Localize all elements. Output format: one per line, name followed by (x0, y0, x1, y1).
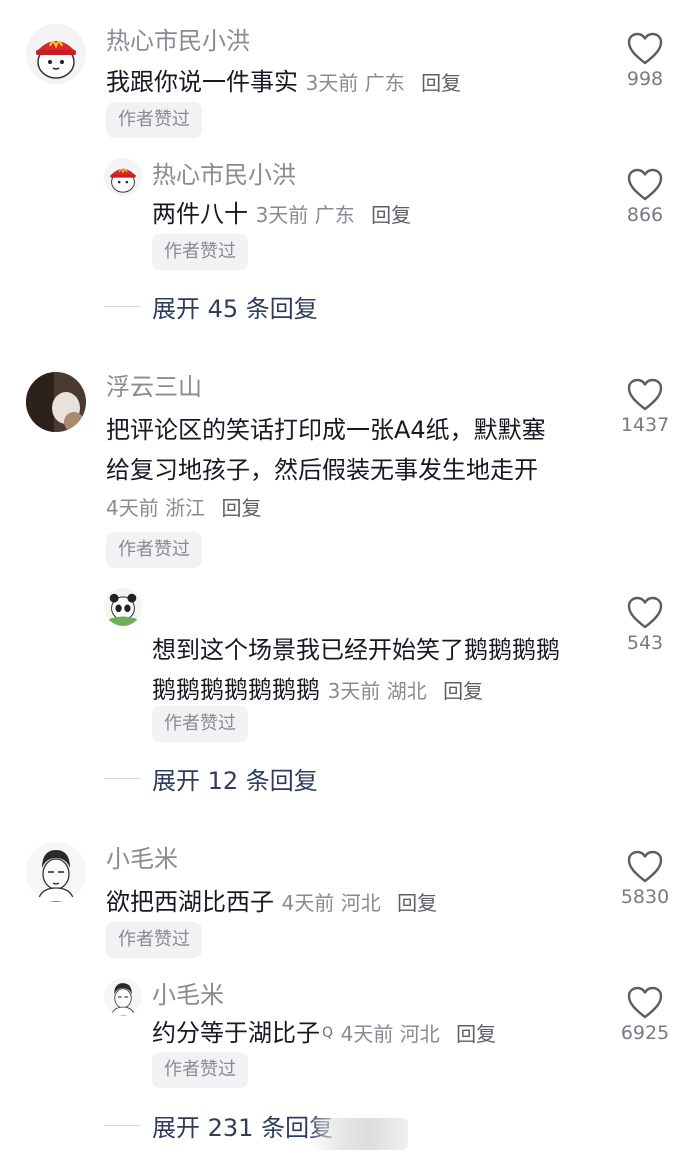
comment-text: 欲把西湖比西子 4天前 河北 回复 (106, 882, 437, 923)
expand-replies-label: 展开 12 条回复 (152, 766, 318, 795)
like-count: 1437 (620, 414, 670, 436)
reply-time: 3天前 (327, 679, 381, 703)
heart-outline-icon (627, 986, 663, 1019)
reply-link[interactable]: 回复 (371, 203, 411, 227)
heart-outline-icon (627, 596, 663, 629)
comment-body: 我跟你说一件事实 (106, 68, 298, 96)
heart-outline-icon (627, 850, 663, 883)
reply-text: 两件八十 3天前 广东 回复 (152, 194, 411, 235)
author-liked-badge: 作者赞过 (152, 234, 248, 270)
avatar-reply-1[interactable] (104, 158, 142, 196)
author-liked-badge: 作者赞过 (152, 706, 248, 742)
reply-body-line-1: 想到这个场景我已经开始笑了鹅鹅鹅鹅 (152, 636, 560, 664)
comment-meta: 4天前 河北 回复 (282, 891, 437, 915)
like-count: 6925 (620, 1022, 670, 1044)
reply-body: 两件八十 (152, 200, 248, 228)
reply-meta: 4天前 河北 回复 (341, 1022, 496, 1046)
divider-line (104, 777, 140, 779)
avatar-comment-3[interactable] (26, 842, 86, 902)
reply-link[interactable]: 回复 (421, 71, 461, 95)
like-count: 866 (626, 204, 664, 226)
expand-replies-button[interactable]: 展开 45 条回复 (104, 286, 318, 326)
expand-replies-button[interactable]: 展开 231 条回复 (104, 1105, 333, 1145)
reply-time: 3天前 (255, 203, 309, 227)
reply-text: 约分等于湖比子 Q 4天前 河北 回复 (152, 1013, 496, 1054)
reply-link[interactable]: 回复 (456, 1022, 496, 1046)
comment-time: 4天前 (106, 496, 159, 520)
comment-body-line-2: 给复习地孩子，然后假装无事发生地走开 (106, 456, 538, 484)
divider-line (104, 1124, 140, 1126)
avatar-comment-2[interactable] (26, 372, 86, 432)
comment-location: 浙江 (165, 496, 206, 520)
reply-author[interactable]: 热心市民小洪 (152, 160, 296, 190)
reply-time: 4天前 (340, 1022, 394, 1046)
heart-outline-icon (627, 168, 663, 201)
watermark-overlay (308, 1118, 408, 1150)
expand-replies-label: 展开 45 条回复 (152, 294, 318, 323)
avatar-reply-3[interactable] (104, 978, 142, 1016)
comment-author[interactable]: 小毛米 (106, 844, 178, 874)
comment-location: 河北 (340, 891, 381, 915)
reply-meta: 3天前 湖北 回复 (328, 679, 483, 703)
reply-meta: 3天前 广东 回复 (256, 203, 411, 227)
comment-body-line-1: 把评论区的笑话打印成一张A4纸，默默塞 (106, 416, 546, 444)
like-count: 5830 (620, 886, 670, 908)
reply-location: 广东 (314, 203, 355, 227)
comment-text: 把评论区的笑话打印成一张A4纸，默默塞 给复习地孩子，然后假装无事发生地走开 (106, 410, 606, 490)
avatar-reply-2[interactable] (104, 588, 142, 626)
comment-meta: 3天前 广东 回复 (306, 71, 461, 95)
comment-body: 欲把西湖比西子 (106, 888, 274, 916)
comment-time: 4天前 (281, 891, 335, 915)
like-button[interactable]: 6925 (605, 986, 685, 1044)
comment-location: 广东 (364, 71, 405, 95)
like-button[interactable]: 866 (605, 168, 685, 226)
reply-body-line-2-row: 鹅鹅鹅鹅鹅鹅鹅 3天前 湖北 回复 (152, 670, 602, 711)
reply-body-line-2: 鹅鹅鹅鹅鹅鹅鹅 (152, 676, 320, 704)
reply-body: 约分等于湖比子 (152, 1019, 320, 1047)
divider-line (104, 305, 140, 307)
author-liked-badge: 作者赞过 (106, 102, 202, 138)
like-button[interactable]: 543 (605, 596, 685, 654)
like-button[interactable]: 5830 (605, 850, 685, 908)
comment-time: 3天前 (305, 71, 359, 95)
expand-replies-label: 展开 231 条回复 (152, 1113, 334, 1142)
author-liked-badge: 作者赞过 (106, 532, 202, 568)
reply-link[interactable]: 回复 (397, 891, 437, 915)
comment-text: 我跟你说一件事实 3天前 广东 回复 (106, 62, 461, 103)
comment-author[interactable]: 热心市民小洪 (106, 26, 250, 56)
comment-author[interactable]: 浮云三山 (106, 372, 202, 402)
reply-author[interactable]: 小毛米 (152, 980, 224, 1010)
reply-link[interactable]: 回复 (443, 679, 483, 703)
like-button[interactable]: 998 (605, 32, 685, 90)
like-count: 543 (626, 632, 664, 654)
reply-link[interactable]: 回复 (221, 496, 261, 520)
comment-meta: 4天前 浙江 回复 (106, 492, 261, 521)
avatar-comment-1[interactable] (26, 24, 86, 84)
author-liked-badge: 作者赞过 (152, 1052, 248, 1088)
expand-replies-button[interactable]: 展开 12 条回复 (104, 758, 318, 798)
search-mark-icon[interactable]: Q (322, 1025, 333, 1041)
like-count: 998 (626, 68, 664, 90)
reply-text: 想到这个场景我已经开始笑了鹅鹅鹅鹅 鹅鹅鹅鹅鹅鹅鹅 3天前 湖北 回复 (152, 630, 602, 711)
heart-outline-icon (627, 378, 663, 411)
reply-location: 河北 (399, 1022, 440, 1046)
author-liked-badge: 作者赞过 (106, 922, 202, 958)
reply-location: 湖北 (386, 679, 427, 703)
heart-outline-icon (627, 32, 663, 65)
like-button[interactable]: 1437 (605, 378, 685, 436)
